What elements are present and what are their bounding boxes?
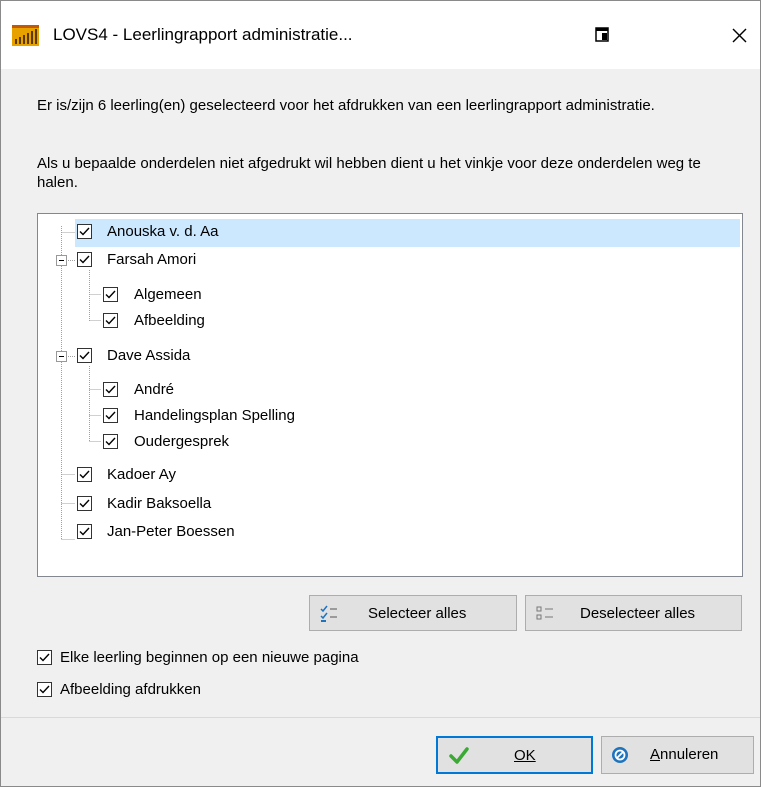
- tree-node-label: Oudergesprek: [134, 433, 230, 450]
- tree-node-andre[interactable]: André: [101, 377, 361, 405]
- tree-node-label: Jan-Peter Boessen: [107, 523, 235, 540]
- tree-checkbox[interactable]: [77, 252, 92, 267]
- select-all-label: Selecteer alles: [368, 605, 467, 622]
- tree-node-oudergesprek[interactable]: Oudergesprek: [101, 429, 361, 457]
- cancel-rest: nnuleren: [660, 746, 719, 763]
- cancel-button[interactable]: Annuleren: [601, 736, 754, 774]
- tree-checkbox[interactable]: [77, 224, 92, 239]
- tree-node-anouska[interactable]: Anouska v. d. Aa: [75, 219, 740, 247]
- student-tree[interactable]: Anouska v. d. Aa Farsah Amori Algemeen A…: [37, 213, 743, 577]
- tree-node-afbeelding[interactable]: Afbeelding: [101, 308, 361, 336]
- ok-button[interactable]: OK: [436, 736, 593, 774]
- tree-node-label: Algemeen: [134, 286, 202, 303]
- tree-node-farsah[interactable]: Farsah Amori: [75, 247, 335, 275]
- new-page-label: Elke leerling beginnen op een nieuwe pag…: [60, 649, 359, 666]
- checkmark-icon: [79, 470, 90, 479]
- selection-info-text: Er is/zijn 6 leerling(en) geselecteerd v…: [37, 97, 655, 114]
- tree-node-label: Handelingsplan Spelling: [134, 407, 295, 424]
- checkmark-icon: [79, 351, 90, 360]
- tree-node-algemeen[interactable]: Algemeen: [101, 282, 361, 310]
- checklist-icon: [320, 605, 337, 622]
- tree-node-handelingsplan-spelling[interactable]: Handelingsplan Spelling: [101, 403, 401, 431]
- tree-node-label: Anouska v. d. Aa: [107, 223, 219, 240]
- checkmark-icon: [79, 499, 90, 508]
- unchecked-list-icon: [536, 606, 553, 620]
- close-icon: [732, 28, 747, 43]
- deselect-all-button[interactable]: Deselecteer alles: [525, 595, 742, 631]
- expand-toggle-dave[interactable]: [56, 351, 67, 362]
- tree-checkbox[interactable]: [77, 524, 92, 539]
- title-bar[interactable]: LOVS4 - Leerlingrapport administratie...: [1, 1, 760, 69]
- blue-cancel-icon: [612, 747, 628, 763]
- print-image-option[interactable]: Afbeelding afdrukken: [37, 680, 277, 702]
- tree-checkbox[interactable]: [103, 382, 118, 397]
- ok-label: OK: [514, 747, 536, 764]
- checkmark-icon: [105, 437, 116, 446]
- checkmark-icon: [105, 411, 116, 420]
- tree-node-dave[interactable]: Dave Assida: [75, 343, 335, 371]
- tree-node-label: Farsah Amori: [107, 251, 197, 268]
- checkmark-icon: [105, 316, 116, 325]
- select-all-button[interactable]: Selecteer alles: [309, 595, 517, 631]
- tree-checkbox[interactable]: [77, 467, 92, 482]
- checkmark-icon: [39, 685, 50, 694]
- instruction-text: Als u bepaalde onderdelen niet afgedrukt…: [37, 155, 701, 191]
- close-button[interactable]: [719, 15, 759, 55]
- expand-toggle-farsah[interactable]: [56, 255, 67, 266]
- tree-checkbox[interactable]: [103, 313, 118, 328]
- tree-checkbox[interactable]: [77, 348, 92, 363]
- tree-node-kadir[interactable]: Kadir Baksoella: [75, 491, 335, 519]
- print-image-checkbox[interactable]: [37, 682, 52, 697]
- new-page-option[interactable]: Elke leerling beginnen op een nieuwe pag…: [37, 648, 457, 670]
- tree-checkbox[interactable]: [103, 434, 118, 449]
- footer-separator: [1, 717, 760, 718]
- cancel-label: Annuleren: [650, 746, 718, 763]
- tree-node-label: Dave Assida: [107, 347, 191, 364]
- checkmark-icon: [105, 290, 116, 299]
- tree-node-label: Kadoer Ay: [107, 466, 176, 483]
- tree-checkbox[interactable]: [103, 287, 118, 302]
- green-checkmark-icon: [449, 747, 469, 764]
- checkmark-icon: [105, 385, 116, 394]
- cancel-mnemonic: A: [650, 746, 661, 763]
- tree-node-kadoer[interactable]: Kadoer Ay: [75, 462, 335, 490]
- print-image-label: Afbeelding afdrukken: [60, 681, 201, 698]
- checkmark-icon: [39, 653, 50, 662]
- tree-checkbox[interactable]: [77, 496, 92, 511]
- checkmark-icon: [79, 527, 90, 536]
- tree-node-jan-peter[interactable]: Jan-Peter Boessen: [75, 519, 335, 547]
- restore-window-icon: [595, 27, 609, 42]
- tree-node-label: André: [134, 381, 175, 398]
- tree-checkbox[interactable]: [103, 408, 118, 423]
- restore-button[interactable]: [586, 21, 618, 49]
- bar-chart-app-icon: [12, 25, 39, 46]
- deselect-all-label: Deselecteer alles: [580, 605, 696, 622]
- checkmark-icon: [79, 227, 90, 236]
- tree-node-label: Kadir Baksoella: [107, 495, 212, 512]
- tree-node-label: Afbeelding: [134, 312, 205, 329]
- checkmark-icon: [79, 255, 90, 264]
- new-page-checkbox[interactable]: [37, 650, 52, 665]
- window-title: LOVS4 - Leerlingrapport administratie...: [53, 25, 353, 44]
- dialog-window: LOVS4 - Leerlingrapport administratie...…: [0, 0, 761, 787]
